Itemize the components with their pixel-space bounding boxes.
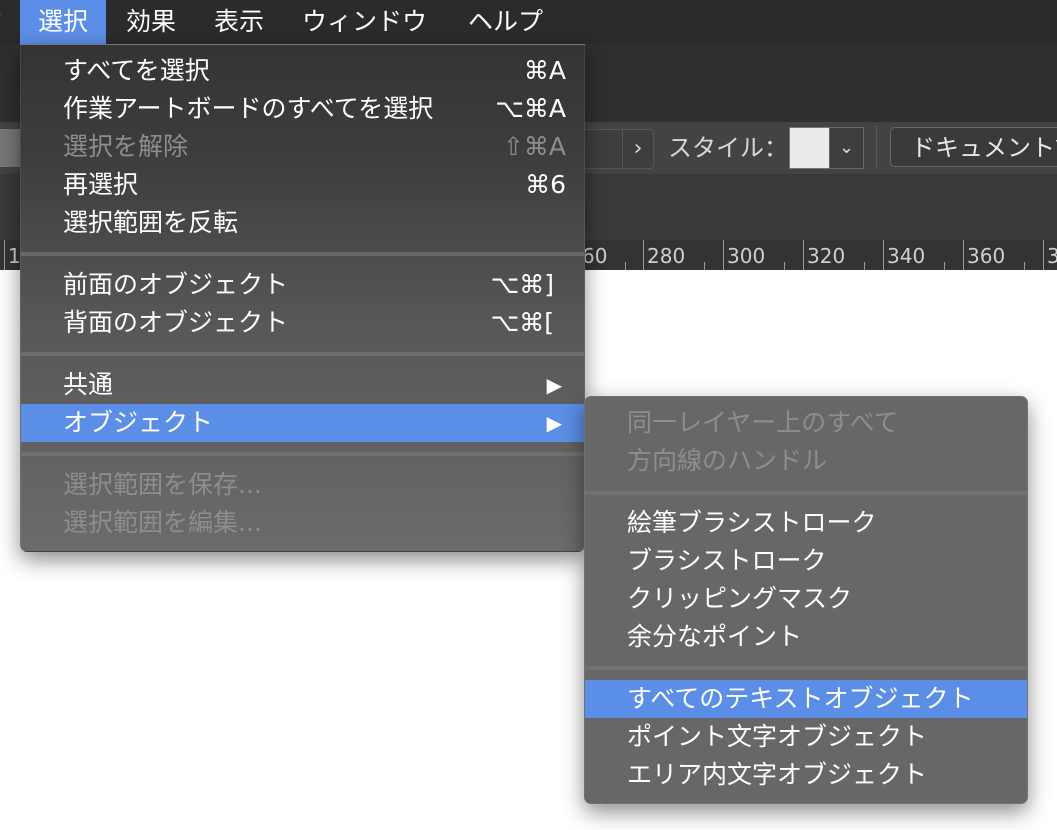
submenu-item-all-on-same-layer: 同一レイヤー上のすべて bbox=[585, 404, 1027, 442]
menu-item-label: 絵筆ブラシストローク bbox=[627, 508, 877, 537]
menu-item-shortcut: ⌘A bbox=[523, 56, 566, 85]
menu-item-label: 選択範囲を編集... bbox=[63, 508, 262, 537]
menu-item-label: 再選択 bbox=[63, 170, 139, 199]
object-submenu: 同一レイヤー上のすべて 方向線のハンドル 絵筆ブラシストローク ブラシストローク… bbox=[584, 396, 1028, 804]
submenu-arrow-icon: ▶ bbox=[546, 373, 562, 397]
ruler-tick-minor bbox=[784, 262, 785, 270]
menu-item-label: 共通 bbox=[63, 370, 114, 399]
menu-item-shortcut: ⌥⌘A bbox=[495, 94, 566, 123]
submenu-item-all-text-objects[interactable]: すべてのテキストオブジェクト bbox=[585, 680, 1027, 718]
select-menu: すべてを選択 ⌘A 作業アートボードのすべてを選択 ⌥⌘A 選択を解除 ⇧⌘A … bbox=[20, 44, 585, 552]
menu-item-label: エリア内文字オブジェクト bbox=[627, 760, 928, 789]
ruler-label: 300 bbox=[727, 244, 766, 268]
submenu-item-point-type-objects[interactable]: ポイント文字オブジェクト bbox=[585, 718, 1027, 756]
menu-item-deselect: 選択を解除 ⇧⌘A bbox=[21, 128, 584, 166]
menu-item-shortcut: ⇧⌘A bbox=[502, 132, 566, 161]
menu-item-same[interactable]: 共通 ▶ bbox=[21, 366, 584, 404]
ruler-tick bbox=[803, 240, 804, 270]
menubar-item-select[interactable]: 選択 bbox=[20, 0, 107, 44]
ruler-tick bbox=[883, 240, 884, 270]
ruler-label: 1 bbox=[8, 244, 21, 268]
submenu-item-clipping-masks[interactable]: クリッピングマスク bbox=[585, 580, 1027, 618]
menu-item-label: 前面のオブジェクト bbox=[63, 270, 289, 299]
ruler-tick bbox=[963, 240, 964, 270]
menubar-item-help[interactable]: ヘルプ bbox=[450, 0, 561, 44]
submenu-item-stray-points[interactable]: 余分なポイント bbox=[585, 618, 1027, 656]
menubar-item-partial[interactable]: ﾐ bbox=[0, 0, 3, 44]
ruler-tick-minor bbox=[1024, 262, 1025, 270]
menubar-item-effect[interactable]: 効果 bbox=[108, 0, 194, 44]
chevron-down-icon[interactable]: ⌄ bbox=[829, 127, 864, 169]
submenu-arrow-icon: ▶ bbox=[546, 411, 562, 435]
toolbar-divider bbox=[876, 126, 877, 168]
menu-item-label: 方向線のハンドル bbox=[627, 446, 828, 475]
menu-item-label: オブジェクト bbox=[63, 408, 214, 437]
document-setup-button[interactable]: ドキュメント設 bbox=[890, 127, 1057, 167]
menu-item-label: 余分なポイント bbox=[627, 622, 803, 651]
ruler-label: 3 bbox=[1047, 244, 1057, 268]
menu-item-select-all[interactable]: すべてを選択 ⌘A bbox=[21, 52, 584, 90]
style-label: スタイル： bbox=[668, 134, 788, 162]
menu-item-label: 同一レイヤー上のすべて bbox=[627, 408, 899, 437]
ruler-tick-minor bbox=[864, 262, 865, 270]
style-swatch[interactable] bbox=[789, 127, 831, 169]
menu-separator bbox=[21, 252, 584, 256]
menu-item-edit-selection: 選択範囲を編集... bbox=[21, 504, 584, 542]
menu-item-reselect[interactable]: 再選択 ⌘6 bbox=[21, 166, 584, 204]
menu-item-next-object-above[interactable]: 前面のオブジェクト ⌥⌘] bbox=[21, 266, 584, 304]
menu-item-next-object-below[interactable]: 背面のオブジェクト ⌥⌘[ bbox=[21, 304, 584, 342]
menubar: ﾐ 選択 効果 表示 ウィンドウ ヘルプ bbox=[0, 0, 1057, 44]
menu-item-shortcut: ⌥⌘] bbox=[490, 270, 554, 299]
menu-item-label: 選択範囲を反転 bbox=[63, 208, 239, 237]
ruler-tick-minor bbox=[944, 262, 945, 270]
menubar-item-view[interactable]: 表示 bbox=[196, 0, 282, 44]
ruler-tick-minor bbox=[625, 262, 626, 270]
menu-item-label: 選択範囲を保存... bbox=[63, 470, 262, 499]
menu-item-label: ブラシストローク bbox=[627, 546, 827, 575]
menu-item-shortcut: ⌥⌘[ bbox=[490, 308, 554, 337]
ruler-label: 60 bbox=[582, 244, 608, 268]
menu-item-label: すべてを選択 bbox=[63, 56, 210, 85]
ruler-label: 320 bbox=[807, 244, 846, 268]
menu-item-label: 背面のオブジェクト bbox=[63, 308, 289, 337]
ruler-tick bbox=[723, 240, 724, 270]
ruler-label: 360 bbox=[967, 244, 1006, 268]
menu-item-shortcut: ⌘6 bbox=[525, 170, 566, 199]
menu-item-select-all-artboard[interactable]: 作業アートボードのすべてを選択 ⌥⌘A bbox=[21, 90, 584, 128]
menubar-item-window[interactable]: ウィンドウ bbox=[284, 0, 445, 44]
menu-item-label: クリッピングマスク bbox=[627, 584, 853, 613]
ruler-tick bbox=[4, 240, 5, 270]
submenu-item-area-type-objects[interactable]: エリア内文字オブジェクト bbox=[585, 756, 1027, 794]
menu-item-inverse[interactable]: 選択範囲を反転 bbox=[21, 204, 584, 242]
menu-separator bbox=[21, 452, 584, 456]
menu-item-label: 選択を解除 bbox=[63, 132, 189, 161]
ruler-tick-minor bbox=[704, 262, 705, 270]
submenu-item-direction-handles: 方向線のハンドル bbox=[585, 442, 1027, 480]
menu-item-label: ポイント文字オブジェクト bbox=[627, 722, 928, 751]
ruler-label: 340 bbox=[887, 244, 926, 268]
submenu-item-brush-strokes[interactable]: ブラシストローク bbox=[585, 542, 1027, 580]
ruler-tick bbox=[1043, 240, 1044, 270]
ruler-label: 280 bbox=[647, 244, 686, 268]
menu-separator bbox=[585, 491, 1027, 495]
menu-item-label: 作業アートボードのすべてを選択 bbox=[63, 94, 434, 123]
menu-item-save-selection: 選択範囲を保存... bbox=[21, 466, 584, 504]
menu-separator bbox=[21, 352, 584, 356]
submenu-item-bristle-brush-strokes[interactable]: 絵筆ブラシストローク bbox=[585, 504, 1027, 542]
menu-item-label: すべてのテキストオブジェクト bbox=[627, 684, 974, 713]
chevron-right-icon[interactable]: › bbox=[622, 129, 654, 169]
menu-separator bbox=[585, 666, 1027, 670]
menu-item-object[interactable]: オブジェクト ▶ bbox=[21, 404, 584, 442]
ruler-tick bbox=[643, 240, 644, 270]
